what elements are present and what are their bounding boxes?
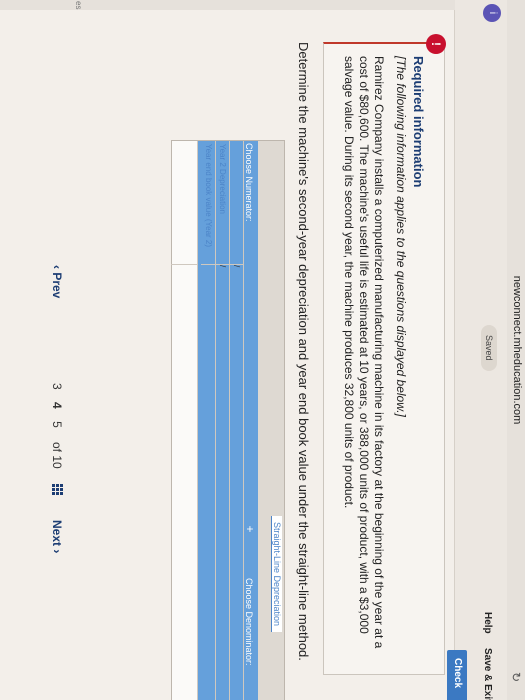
connect-screen: newconnect.mheducation.com ↻ i Saved Hel… xyxy=(0,0,525,700)
required-information-box: ! Required information [The following in… xyxy=(323,34,446,675)
numerator-input-row[interactable]: / xyxy=(229,141,244,700)
info-title: Required information xyxy=(411,56,426,188)
page-number-current[interactable]: 4 xyxy=(50,402,64,409)
row-label[interactable]: Year 2 Depreciation xyxy=(215,141,229,265)
table-row[interactable] xyxy=(171,141,198,700)
division-slash: / xyxy=(232,265,241,268)
choose-numerator-label: Choose Numerator: xyxy=(244,143,254,222)
alert-icon: ! xyxy=(426,34,446,54)
top-toolbar: i Saved Help Save & Exit Check xyxy=(447,0,507,700)
page-count: of 10 xyxy=(50,442,64,469)
next-button[interactable]: Next › xyxy=(50,520,64,553)
browser-url-bar[interactable]: newconnect.mheducation.com ↻ xyxy=(506,0,525,700)
prev-button[interactable]: ‹ Prev xyxy=(50,265,64,298)
worksheet-header: Straight-Line Depreciation xyxy=(258,141,284,700)
check-my-work-button[interactable]: Check xyxy=(447,650,467,700)
table-row[interactable]: Year end book value (Year 2) xyxy=(201,141,216,700)
table-row[interactable]: Year 2 Depreciation / xyxy=(215,141,230,700)
info-body: Ramirez Company installs a computerized … xyxy=(342,56,386,649)
choose-denominator-label: Choose Denominator: xyxy=(244,578,254,666)
numerator-dropdown[interactable] xyxy=(229,141,243,265)
saved-badge: Saved xyxy=(481,325,497,371)
help-button[interactable]: Help xyxy=(482,612,493,634)
plus-cursor-icon: + xyxy=(243,525,257,533)
url-text: newconnect.mheducation.com xyxy=(511,275,523,425)
reload-icon[interactable]: ↻ xyxy=(509,672,523,682)
grid-icon[interactable] xyxy=(51,484,63,496)
page-list: 3 4 5 xyxy=(50,383,64,437)
division-slash: / xyxy=(218,265,227,268)
empty-cell[interactable] xyxy=(171,141,197,265)
worksheet-title: Straight-Line Depreciation xyxy=(271,516,282,633)
left-side-strip: es xyxy=(0,0,455,10)
save-exit-button[interactable]: Save & Exit xyxy=(482,648,493,700)
question-text: Determine the machine's second-year depr… xyxy=(296,42,311,661)
depreciation-worksheet: Straight-Line Depreciation Choose Numera… xyxy=(171,140,285,700)
row-label[interactable]: Year end book value (Year 2) xyxy=(201,141,215,265)
question-navigation: ‹ Prev 3 4 5 of 10 Next › xyxy=(40,265,70,565)
page-number[interactable]: 5 xyxy=(50,421,64,428)
info-italic-note: [The following information applies to th… xyxy=(394,56,408,417)
side-label: es xyxy=(74,1,83,10)
page-number[interactable]: 3 xyxy=(50,383,64,390)
menu-icon[interactable]: i xyxy=(483,4,501,22)
